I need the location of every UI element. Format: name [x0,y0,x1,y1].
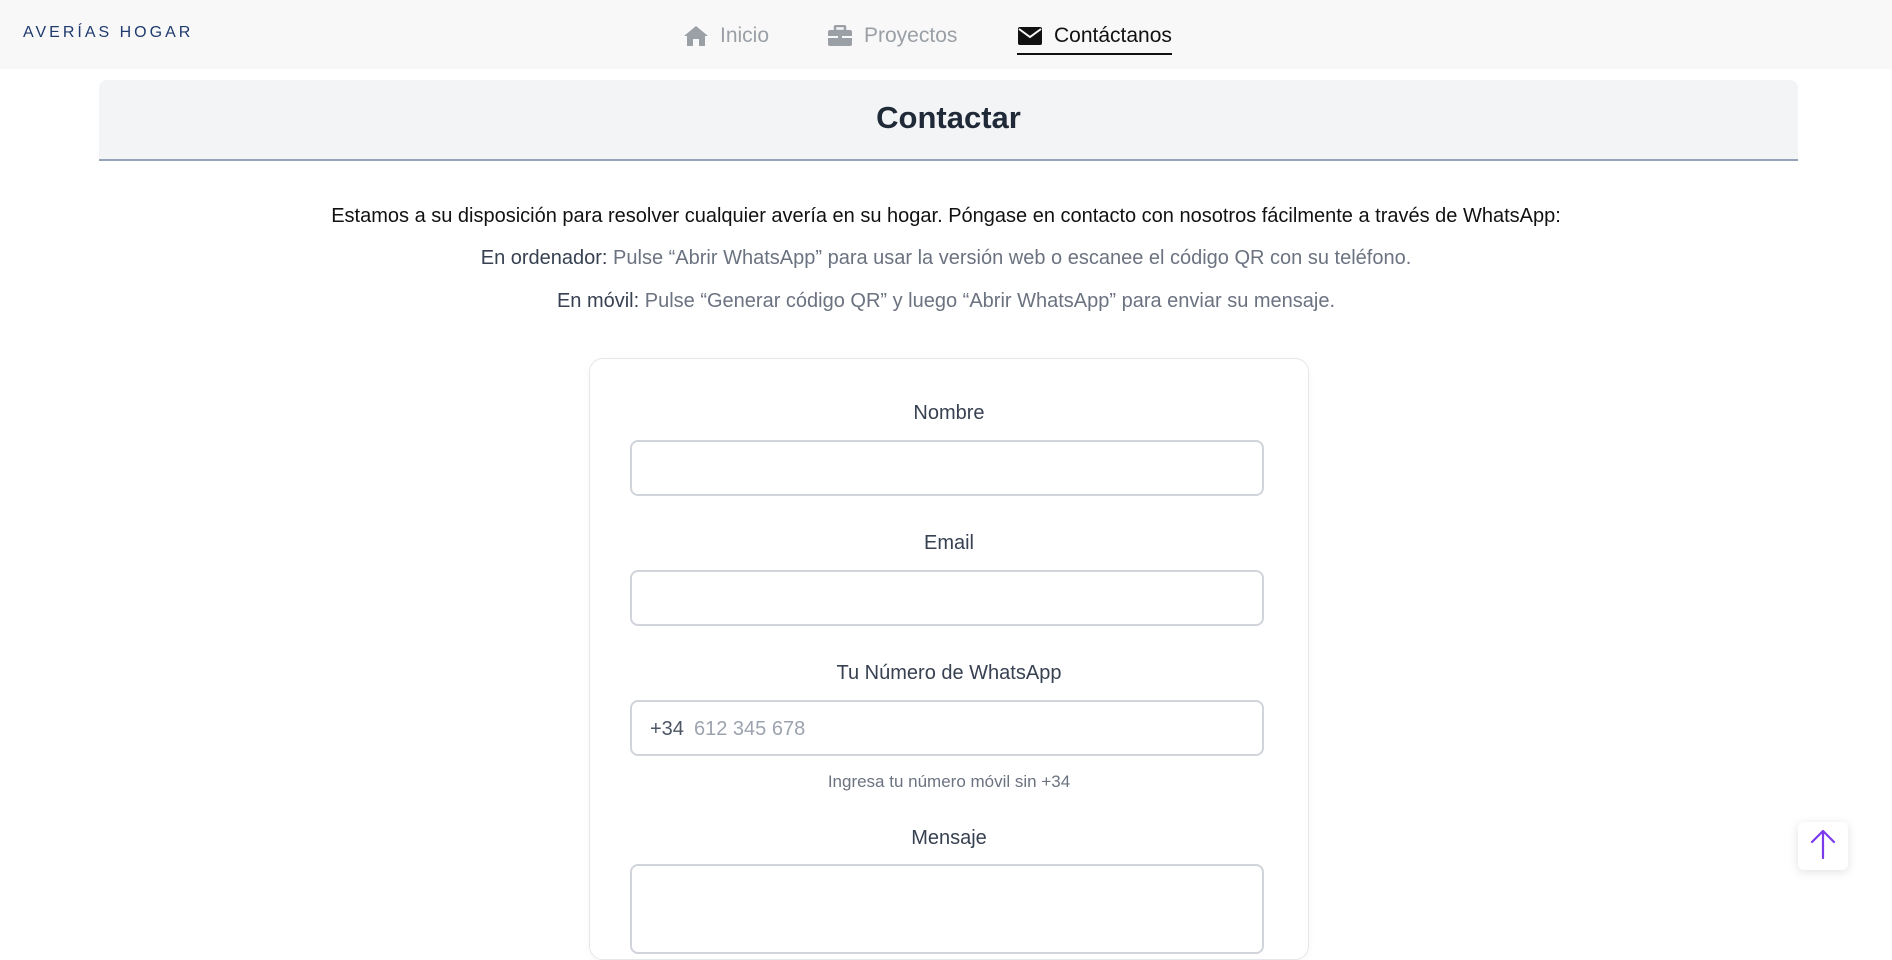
name-input[interactable] [630,440,1264,496]
nav-item-label: Contáctanos [1054,24,1172,47]
nav-item-inicio[interactable]: Inicio [683,20,769,52]
nav-item-proyectos[interactable]: Proyectos [827,20,957,52]
page-header: Contactar [99,80,1798,161]
envelope-icon [1017,25,1043,47]
email-label: Email [923,532,974,554]
whatsapp-number-input[interactable]: +34 612 345 678 [630,700,1264,756]
intro-desktop-label: En ordenador: [480,247,608,269]
nav-item-contactanos[interactable]: Contáctanos [1017,20,1172,55]
phone-prefix: +34 [650,718,684,740]
message-label: Mensaje [911,827,987,849]
whatsapp-help-text: Ingresa tu número móvil sin +34 [827,772,1071,791]
phone-placeholder: 612 345 678 [694,718,806,740]
arrow-up-icon [1809,828,1837,865]
intro-desktop-text: Pulse “Abrir WhatsApp” para usar la vers… [607,247,1412,269]
page-title: Contactar [876,100,1021,135]
intro-mobile-label: En móvil: [556,290,640,312]
intro-mobile-text: Pulse “Generar código QR” y luego “Abrir… [639,290,1336,312]
email-input[interactable] [630,570,1264,626]
intro-text: Estamos a su disposición para resolver c… [331,205,1561,227]
intro-mobile-instructions: En móvil: Pulse “Generar código QR” y lu… [0,290,1892,313]
intro-desktop-instructions: En ordenador: Pulse “Abrir WhatsApp” par… [0,247,1892,270]
brand-logo[interactable]: AVERÍAS HOGAR [23,24,193,42]
contact-form: Nombre Email Tu Número de WhatsApp +34 6… [589,358,1309,960]
top-navbar: AVERÍAS HOGAR Inicio Proyectos Contáctan… [0,0,1892,69]
message-textarea[interactable] [630,864,1264,954]
whatsapp-label: Tu Número de WhatsApp [836,662,1062,684]
briefcase-icon [827,25,853,47]
scroll-to-top-button[interactable] [1798,822,1848,870]
name-label: Nombre [913,402,985,424]
home-icon [683,25,709,47]
nav-item-label: Inicio [720,24,770,47]
nav-item-label: Proyectos [864,24,958,47]
